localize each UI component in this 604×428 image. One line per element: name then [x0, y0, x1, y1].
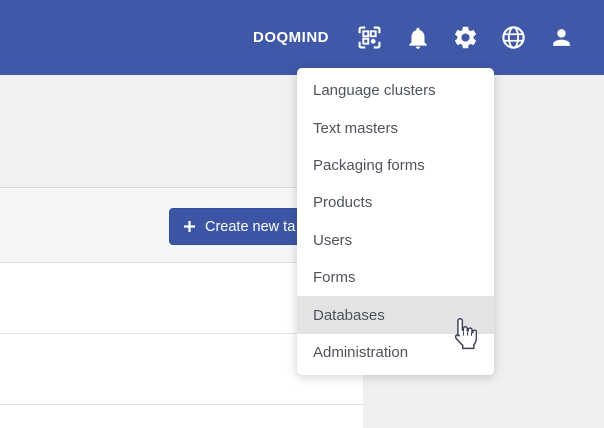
- notifications-bell-icon[interactable]: [404, 24, 431, 51]
- menu-item-administration[interactable]: Administration: [297, 334, 494, 371]
- menu-item-databases[interactable]: Databases: [297, 296, 494, 333]
- menu-item-products[interactable]: Products: [297, 184, 494, 221]
- qr-scan-icon[interactable]: [356, 24, 383, 51]
- table-row: [0, 405, 363, 428]
- plus-icon: [183, 220, 196, 233]
- app-screen: DOQMIND: [0, 0, 604, 428]
- admin-dropdown-menu: Language clusters Text masters Packaging…: [297, 68, 494, 375]
- create-new-button-label: Create new ta: [205, 219, 295, 235]
- menu-item-language-clusters[interactable]: Language clusters: [297, 72, 494, 109]
- menu-item-forms[interactable]: Forms: [297, 259, 494, 296]
- language-globe-icon[interactable]: [500, 24, 527, 51]
- top-nav-bar: DOQMIND: [0, 0, 604, 75]
- menu-item-packaging-forms[interactable]: Packaging forms: [297, 147, 494, 184]
- user-account-icon[interactable]: [548, 24, 575, 51]
- menu-item-users[interactable]: Users: [297, 222, 494, 259]
- settings-gear-icon[interactable]: [452, 24, 479, 51]
- menu-item-text-masters[interactable]: Text masters: [297, 109, 494, 146]
- brand-logo-text: DOQMIND: [253, 29, 329, 46]
